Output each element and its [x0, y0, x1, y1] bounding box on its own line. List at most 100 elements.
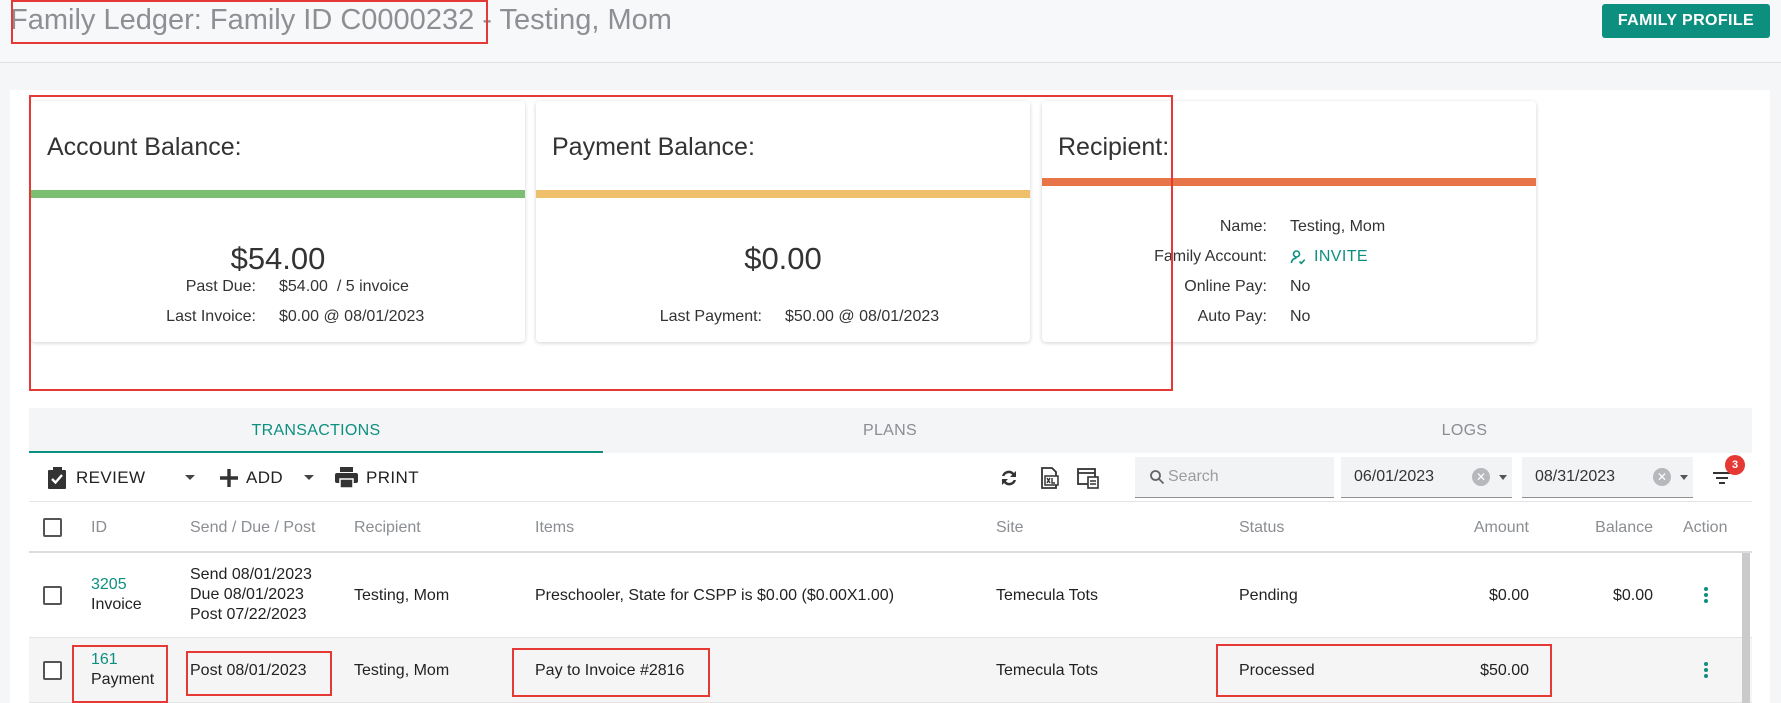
recipient-cell: Testing, Mom [354, 662, 450, 679]
search-field[interactable]: Search [1135, 457, 1334, 498]
invite-link[interactable]: INVITE [1290, 248, 1368, 266]
account-balance-title: Account Balance: [47, 133, 242, 161]
transaction-type: Invoice [91, 596, 142, 613]
date-from-field[interactable]: 06/01/2023 ✕ [1341, 457, 1512, 498]
chevron-down-icon [185, 475, 195, 480]
tab-plans[interactable]: PLANS [603, 408, 1177, 453]
payment-balance-title: Payment Balance: [552, 133, 755, 161]
status-cell: Pending [1239, 587, 1298, 604]
add-label: ADD [246, 467, 284, 487]
recipient-bar [1042, 178, 1536, 186]
amount-cell: $0.00 [1488, 587, 1529, 604]
review-button[interactable]: REVIEW [48, 453, 145, 502]
column-header-recipient[interactable]: Recipient [354, 519, 421, 537]
account-balance-amount: $54.00 [230, 241, 326, 276]
date-to-field[interactable]: 08/31/2023 ✕ [1522, 457, 1693, 498]
invite-label: INVITE [1314, 248, 1368, 265]
person-add-icon [1290, 250, 1306, 265]
tab-transactions[interactable]: TRANSACTIONS [29, 408, 603, 453]
family-account-label: Family Account: [1154, 248, 1267, 265]
table-row[interactable]: 161 Payment Post 08/01/2023 Testing, Mom… [29, 638, 1752, 703]
past-due-label: Past Due: [185, 278, 256, 295]
clear-date-to-icon[interactable]: ✕ [1653, 468, 1671, 486]
table-row[interactable]: 3205 Invoice Send 08/01/2023 Due 08/01/2… [29, 553, 1752, 638]
transactions-toolbar: REVIEW ADD PRINT Search 06/01/2023 ✕ 08/… [29, 453, 1752, 502]
post-date: Post 07/22/2023 [190, 606, 307, 623]
online-pay-label: Online Pay: [1184, 278, 1267, 295]
refresh-icon[interactable] [997, 466, 1021, 490]
last-invoice-label: Last Invoice: [166, 308, 256, 325]
more-vert-icon[interactable] [1704, 662, 1708, 680]
export-view-icon[interactable] [1076, 466, 1100, 490]
account-balance-bar [31, 190, 525, 198]
column-header-balance[interactable]: Balance [1595, 519, 1653, 537]
chevron-down-icon[interactable] [1499, 475, 1507, 480]
printer-icon [335, 467, 358, 488]
page-header: Family Ledger: Family ID C0000232 - Test… [0, 0, 1781, 63]
column-header-id[interactable]: ID [91, 519, 107, 537]
tab-logs[interactable]: LOGS [1177, 408, 1752, 453]
page-title: Family Ledger: Family ID C0000232 - Test… [10, 4, 672, 36]
due-date: Due 08/01/2023 [190, 586, 304, 603]
print-label: PRINT [366, 467, 419, 487]
more-vert-icon[interactable] [1704, 587, 1708, 605]
family-profile-button[interactable]: FAMILY PROFILE [1602, 4, 1770, 38]
post-date: Post 08/01/2023 [190, 662, 307, 679]
recipient-name-value: Testing, Mom [1290, 218, 1386, 235]
print-button[interactable]: PRINT [335, 453, 419, 502]
account-balance-card: Account Balance: $54.00 Past Due: $54.00… [31, 101, 525, 342]
add-dropdown[interactable] [304, 453, 314, 502]
items-cell: Pay to Invoice #2816 [535, 662, 685, 679]
last-payment-value: $50.00 @ 08/01/2023 [785, 308, 940, 325]
table-scrollbar[interactable] [1742, 553, 1750, 703]
recipient-title: Recipient: [1058, 133, 1170, 161]
select-all-checkbox[interactable] [43, 518, 62, 537]
site-cell: Temecula Tots [996, 662, 1098, 679]
payment-balance-card: Payment Balance: $0.00 Last Payment: $50… [536, 101, 1030, 342]
last-invoice-value: $0.00 @ 08/01/2023 [279, 308, 425, 325]
recipient-name-label: Name: [1219, 218, 1267, 235]
column-header-items[interactable]: Items [535, 519, 574, 537]
search-placeholder: Search [1168, 468, 1219, 485]
column-header-dates[interactable]: Send / Due / Post [190, 519, 315, 537]
balance-cell: $0.00 [1612, 587, 1653, 604]
chevron-down-icon[interactable] [1680, 475, 1688, 480]
payment-balance-bar [536, 190, 1030, 198]
amount-cell: $50.00 [1480, 662, 1529, 679]
add-button[interactable]: ADD [219, 453, 283, 502]
date-from-value: 06/01/2023 [1354, 468, 1435, 485]
last-payment-label: Last Payment: [659, 308, 762, 325]
date-to-value: 08/31/2023 [1535, 468, 1616, 485]
send-date: Send 08/01/2023 [190, 566, 312, 583]
transaction-type: Payment [91, 671, 155, 688]
export-excel-icon[interactable] [1037, 466, 1061, 490]
filter-count-badge: 3 [1725, 455, 1745, 475]
transaction-id-link[interactable]: 3205 [91, 575, 127, 595]
site-cell: Temecula Tots [996, 587, 1098, 604]
column-header-amount[interactable]: Amount [1474, 519, 1529, 537]
auto-pay-label: Auto Pay: [1197, 308, 1267, 325]
auto-pay-value: No [1290, 308, 1311, 325]
checkbox-check-icon [48, 466, 66, 489]
transaction-id-link[interactable]: 161 [91, 650, 118, 670]
recipient-cell: Testing, Mom [354, 587, 450, 604]
transactions-table-header: ID Send / Due / Post Recipient Items Sit… [29, 502, 1752, 553]
row-checkbox[interactable] [43, 661, 62, 680]
chevron-down-icon [304, 475, 314, 480]
status-cell: Processed [1239, 662, 1315, 679]
past-due-value: $54.00 / 5 invoice [279, 278, 409, 295]
column-header-status[interactable]: Status [1239, 519, 1284, 537]
review-label: REVIEW [76, 467, 146, 487]
plus-icon [220, 468, 238, 487]
recipient-card: Recipient: Name: Testing, Mom Family Acc… [1042, 101, 1536, 342]
ledger-tabs: TRANSACTIONS PLANS LOGS [29, 408, 1752, 453]
clear-date-from-icon[interactable]: ✕ [1472, 468, 1490, 486]
column-header-action: Action [1683, 519, 1728, 536]
column-header-site[interactable]: Site [996, 519, 1024, 537]
payment-balance-amount: $0.00 [744, 241, 822, 276]
search-icon [1150, 470, 1165, 485]
review-dropdown[interactable] [185, 453, 195, 502]
row-checkbox[interactable] [43, 586, 62, 605]
online-pay-value: No [1290, 278, 1311, 295]
items-cell: Preschooler, State for CSPP is $0.00 ($0… [535, 587, 895, 604]
